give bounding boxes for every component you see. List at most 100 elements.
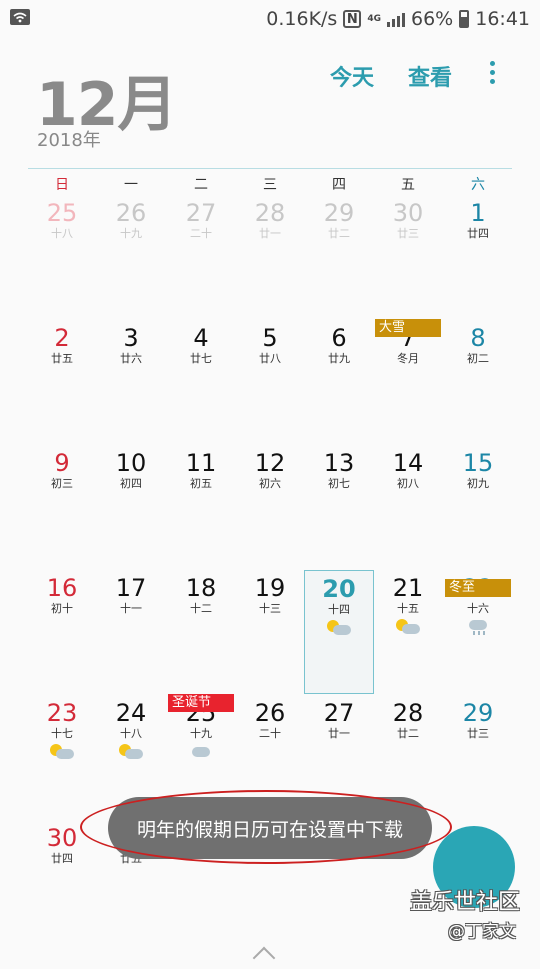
weekday-header: 六: [471, 177, 485, 193]
lunar-date: 十三: [259, 602, 281, 615]
status-bar: 0.16K/s N 4G 66% 16:41: [0, 0, 540, 38]
lunar-date: 廿四: [51, 852, 73, 865]
day-number: 27: [323, 699, 355, 727]
day-cell[interactable]: 29 廿三: [443, 695, 513, 819]
day-cell[interactable]: 26 十九: [96, 195, 166, 319]
day-number: 29: [462, 699, 494, 727]
lunar-date: 初五: [190, 477, 212, 490]
day-cell[interactable]: 6 廿九: [304, 320, 374, 444]
today-button[interactable]: 今天: [330, 60, 374, 92]
partly-sunny-icon: [49, 743, 75, 761]
lunar-date: 十八: [120, 727, 142, 740]
day-cell[interactable]: 13 初七: [304, 445, 374, 569]
weekday-header: 二: [194, 177, 208, 193]
lunar-date: 初十: [51, 602, 73, 615]
lunar-date: 十五: [397, 602, 419, 615]
lunar-date: 十一: [120, 602, 142, 615]
day-cell[interactable]: 27 二十: [166, 195, 236, 319]
day-number: 14: [392, 449, 424, 477]
lunar-date: 廿五: [51, 352, 73, 365]
day-number: 26: [254, 699, 286, 727]
day-cell[interactable]: 4 廿七: [166, 320, 236, 444]
day-cell[interactable]: 10 初四: [96, 445, 166, 569]
day-cell[interactable]: 11 初五: [166, 445, 236, 569]
watermark-title: 盖乐世社区: [410, 890, 521, 915]
day-cell[interactable]: 8 初二: [443, 320, 513, 444]
day-cell[interactable]: 7 冬月: [373, 320, 443, 444]
day-cell[interactable]: 18 十二: [166, 570, 236, 694]
day-cell[interactable]: 15 初九: [443, 445, 513, 569]
day-number: 28: [392, 699, 424, 727]
lunar-date: 廿三: [397, 227, 419, 240]
lunar-date: 初七: [328, 477, 350, 490]
day-cell[interactable]: 3 廿六: [96, 320, 166, 444]
day-number: 1: [470, 199, 486, 227]
lunar-date: 十七: [51, 727, 73, 740]
day-number: 28: [254, 199, 286, 227]
lunar-date: 初九: [467, 477, 489, 490]
day-cell[interactable]: 25 十八: [27, 195, 97, 319]
header-divider: [28, 168, 512, 169]
lunar-date: 初六: [259, 477, 281, 490]
lunar-date: 廿九: [328, 352, 350, 365]
lunar-date: 初二: [467, 352, 489, 365]
event-chip[interactable]: 大雪: [375, 319, 441, 337]
event-chip[interactable]: 圣诞节: [168, 694, 234, 712]
drawer-handle-icon[interactable]: [252, 946, 276, 969]
cloudy-icon: [188, 743, 214, 761]
day-cell[interactable]: 12 初六: [235, 445, 305, 569]
day-number: 19: [254, 574, 286, 602]
day-cell[interactable]: 1 廿四: [443, 195, 513, 319]
lunar-date: 廿七: [190, 352, 212, 365]
lunar-date: 廿二: [397, 727, 419, 740]
battery-icon: [459, 10, 470, 28]
more-options-icon[interactable]: [482, 58, 502, 88]
day-cell[interactable]: 28 廿一: [235, 195, 305, 319]
clock: 16:41: [475, 8, 530, 30]
partly-sunny-icon: [326, 619, 352, 637]
day-number: 11: [185, 449, 217, 477]
day-number: 8: [470, 324, 486, 352]
day-cell[interactable]: 30 廿三: [373, 195, 443, 319]
day-number: 4: [193, 324, 209, 352]
day-cell[interactable]: 16 初十: [27, 570, 97, 694]
nfc-icon: N: [343, 10, 362, 28]
lunar-date: 初八: [397, 477, 419, 490]
day-cell[interactable]: 2 廿五: [27, 320, 97, 444]
view-button[interactable]: 查看: [408, 60, 452, 92]
lunar-date: 廿一: [328, 727, 350, 740]
day-cell[interactable]: 19 十三: [235, 570, 305, 694]
partly-sunny-icon: [118, 743, 144, 761]
day-cell[interactable]: 23 十七: [27, 695, 97, 819]
day-number: 3: [123, 324, 139, 352]
lunar-date: 十六: [467, 602, 489, 615]
wifi-icon: [10, 9, 30, 25]
day-number: 2: [54, 324, 70, 352]
day-cell[interactable]: 9 初三: [27, 445, 97, 569]
day-number: 17: [115, 574, 147, 602]
day-cell-today[interactable]: 20 十四: [304, 570, 374, 694]
day-cell[interactable]: 5 廿八: [235, 320, 305, 444]
battery-percent: 66%: [411, 8, 454, 30]
watermark-author: @丁家文: [448, 922, 516, 942]
lunar-date: 十九: [190, 727, 212, 740]
event-chip[interactable]: 冬至: [445, 579, 511, 597]
day-cell[interactable]: 29 廿二: [304, 195, 374, 319]
day-cell[interactable]: 14 初八: [373, 445, 443, 569]
day-number: 9: [54, 449, 70, 477]
lunar-date: 初三: [51, 477, 73, 490]
day-number: 29: [323, 199, 355, 227]
lunar-date: 冬月: [397, 352, 419, 365]
highlight-circle: [80, 790, 452, 864]
day-cell[interactable]: 17 十一: [96, 570, 166, 694]
lunar-date: 十八: [51, 227, 73, 240]
network-type: 4G: [367, 14, 381, 24]
lunar-date: 廿一: [259, 227, 281, 240]
day-cell[interactable]: 30 廿四: [27, 820, 97, 944]
lunar-date: 初四: [120, 477, 142, 490]
lunar-date: 十四: [328, 603, 350, 616]
weekday-header: 四: [332, 177, 346, 193]
day-number: 5: [262, 324, 278, 352]
day-cell[interactable]: 21 十五: [373, 570, 443, 694]
weekday-header: 一: [124, 177, 138, 193]
